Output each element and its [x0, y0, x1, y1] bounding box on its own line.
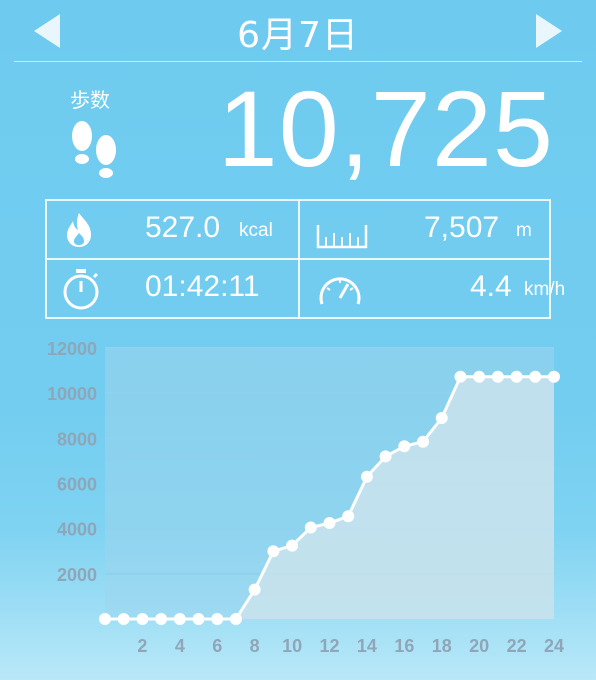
y-tick-label: 2000 — [57, 565, 97, 585]
x-tick-label: 16 — [394, 636, 414, 656]
y-tick-label: 12000 — [47, 339, 97, 359]
data-point — [379, 450, 392, 463]
distance-value: 7,507 — [424, 211, 500, 244]
distance-cell: 7,507 m — [300, 201, 551, 258]
data-point — [173, 613, 186, 625]
speed-unit: km/h — [524, 279, 566, 300]
y-tick-label: 6000 — [57, 475, 97, 495]
x-tick-label: 22 — [507, 636, 527, 656]
stopwatch-icon — [63, 269, 99, 310]
next-day-button[interactable] — [536, 14, 562, 48]
y-tick-label: 10000 — [47, 384, 97, 404]
data-point — [211, 613, 224, 625]
data-point — [192, 613, 205, 625]
data-point — [491, 370, 504, 383]
x-tick-label: 2 — [137, 636, 147, 656]
data-point — [398, 440, 411, 453]
data-point — [473, 370, 486, 383]
x-tick-label: 14 — [357, 636, 377, 656]
calories-unit: kcal — [239, 220, 273, 241]
x-tick-label: 6 — [212, 636, 222, 656]
data-point — [417, 435, 430, 448]
x-tick-label: 10 — [282, 636, 302, 656]
data-point — [267, 545, 280, 558]
steps-count: 10,725 — [217, 68, 554, 189]
data-point — [99, 613, 111, 625]
distance-unit: m — [516, 220, 532, 241]
flame-icon — [67, 213, 91, 247]
data-point — [248, 583, 261, 596]
header-divider — [14, 61, 582, 62]
calories-value: 527.0 — [145, 211, 221, 244]
time-cell: 01:42:11 — [47, 260, 298, 317]
speed-value: 4.4 — [470, 270, 512, 303]
steps-chart: 200040006000800010000120002 4 6 8 10 12 14 16 18… — [47, 339, 564, 656]
data-point — [117, 613, 130, 625]
data-point — [360, 470, 373, 483]
data-point — [342, 510, 355, 523]
data-point — [136, 613, 149, 625]
data-point — [510, 370, 523, 383]
data-point — [229, 613, 242, 625]
x-tick-label: 4 — [175, 636, 185, 656]
x-tick-label: 20 — [469, 636, 489, 656]
y-tick-label: 8000 — [57, 429, 97, 449]
steps-label: 歩数 — [70, 88, 110, 112]
data-point — [286, 539, 299, 552]
data-point — [529, 370, 542, 383]
data-point — [435, 412, 448, 425]
x-tick-label: 12 — [319, 636, 339, 656]
data-point — [304, 521, 317, 534]
x-tick-label: 8 — [250, 636, 260, 656]
data-point — [323, 517, 336, 530]
date-title: 6月7日 — [237, 15, 359, 56]
data-point — [548, 370, 560, 383]
ruler-icon — [316, 225, 368, 249]
footprints-icon — [72, 121, 116, 178]
speedometer-icon — [319, 277, 361, 305]
stats-panel: 527.0 kcal 7,507 m 01:42:11 4.4 km/h — [45, 199, 565, 319]
data-point — [155, 613, 168, 625]
x-tick-label: 24 — [544, 636, 564, 656]
speed-cell: 4.4 km/h — [300, 260, 565, 317]
data-point — [454, 370, 467, 383]
date-header: 6月7日 — [0, 0, 596, 62]
x-tick-label: 18 — [432, 636, 452, 656]
y-tick-label: 4000 — [57, 520, 97, 540]
calories-cell: 527.0 kcal — [47, 201, 298, 258]
time-value: 01:42:11 — [145, 270, 260, 303]
